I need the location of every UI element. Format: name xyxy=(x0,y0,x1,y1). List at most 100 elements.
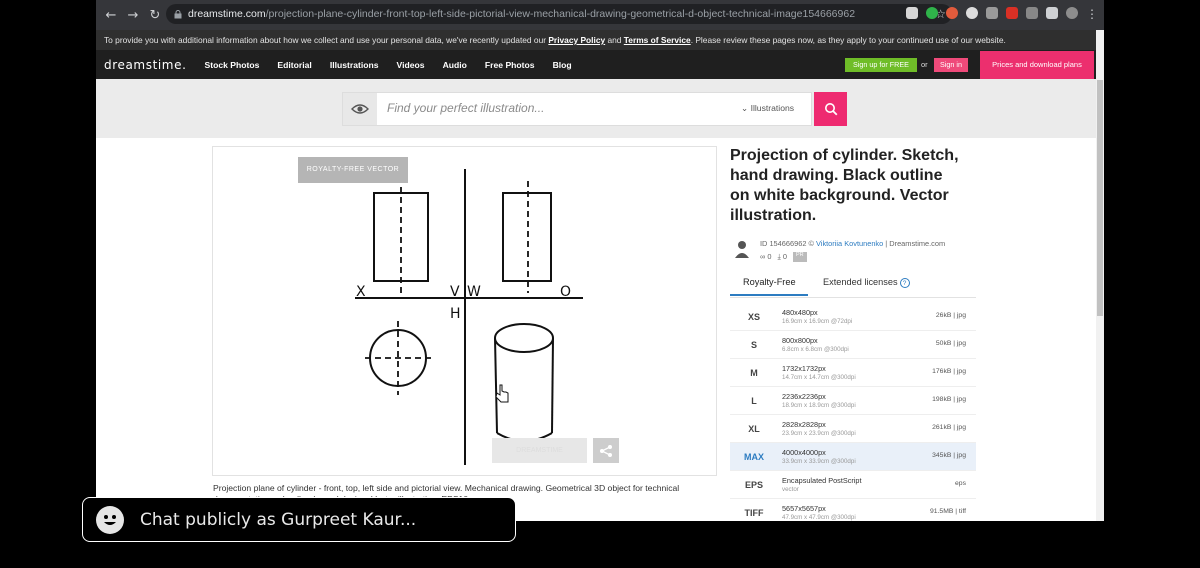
size-code: TIFF xyxy=(744,508,764,518)
drawing-label-v: V xyxy=(450,284,460,300)
size-row-xs[interactable]: XS 480x480px 16.9cm x 16.9cm @72dpi 26kB | … xyxy=(730,303,976,331)
size-dimensions: Encapsulated PostScript xyxy=(782,476,862,485)
terms-of-service-link[interactable]: Terms of Service xyxy=(624,35,691,45)
search-button[interactable] xyxy=(814,92,847,126)
author-avatar-icon[interactable] xyxy=(735,240,749,258)
notice-text: To provide you with additional informati… xyxy=(104,35,549,45)
size-dimensions: 1732x1732px xyxy=(782,364,826,373)
author-link[interactable]: Viktoriia Kovtunenko xyxy=(816,239,883,248)
forward-icon[interactable]: → xyxy=(122,8,144,23)
size-options: XS 480x480px 16.9cm x 16.9cm @72dpi 26kB | … xyxy=(730,303,976,521)
search-band: ⌄ Illustrations xyxy=(96,79,1096,138)
browser-toolbar: ← → ↻ dreamstime.com/projection-plane-cy… xyxy=(96,0,1104,30)
share-button[interactable] xyxy=(593,438,619,463)
size-dimensions: 5657x5657px xyxy=(782,504,826,513)
size-detail: 23.9cm x 23.9cm @300dpi xyxy=(782,430,856,437)
playlist-icon[interactable] xyxy=(1046,7,1058,19)
pr-badge: PR xyxy=(792,252,807,262)
category-select-label: Illustrations xyxy=(750,103,795,113)
tab-royalty-free[interactable]: Royalty-Free xyxy=(743,277,796,287)
nav-illustrations[interactable]: Illustrations xyxy=(330,60,379,70)
help-icon[interactable]: ? xyxy=(899,278,910,288)
size-file: 26kB | jpg xyxy=(935,312,966,319)
size-detail: 16.9cm x 16.9cm @72dpi xyxy=(782,318,853,325)
page-scrollbar[interactable] xyxy=(1096,30,1104,521)
size-dimensions: 480x480px xyxy=(782,308,818,317)
image-title: Projection of cylinder. Sketch, hand dra… xyxy=(730,147,959,224)
visual-search-eye-icon[interactable] xyxy=(343,93,377,125)
download-icon: ⤓ xyxy=(777,252,781,261)
size-dimensions: 4000x4000px xyxy=(782,448,826,457)
url-path: /projection-plane-cylinder-front-top-lef… xyxy=(265,8,856,20)
site-name: | Dreamstime.com xyxy=(883,239,946,248)
extension-icon[interactable] xyxy=(966,7,978,19)
drawing-label-h: H xyxy=(450,306,461,322)
scrollbar-thumb[interactable] xyxy=(1097,80,1103,316)
prices-button[interactable]: Prices and download plans xyxy=(980,51,1094,79)
privacy-notice: To provide you with additional informati… xyxy=(96,30,1104,50)
reload-icon[interactable]: ↻ xyxy=(144,8,166,23)
nav-videos[interactable]: Videos xyxy=(397,60,425,70)
notice-and: and xyxy=(605,35,624,45)
lock-icon xyxy=(174,9,182,18)
search-input[interactable] xyxy=(387,101,717,115)
size-row-l[interactable]: L 2236x2236px 18.9cm x 18.9cm @300dpi 198kB… xyxy=(730,387,976,415)
size-file: 176kB | jpg xyxy=(932,368,966,375)
browser-window: ← → ↻ dreamstime.com/projection-plane-cy… xyxy=(96,0,1104,521)
privacy-policy-link[interactable]: Privacy Policy xyxy=(548,35,605,45)
pdf-extension-icon[interactable] xyxy=(1006,7,1018,19)
size-row-xl[interactable]: XL 2828x2828px 23.9cm x 23.9cm @300dpi 261k… xyxy=(730,415,976,443)
size-detail: 6.8cm x 6.8cm @300dpi xyxy=(782,346,849,353)
size-file: eps xyxy=(955,480,966,487)
size-row-tiff[interactable]: TIFF 5657x5657px 47.9cm x 47.9cm @300dpi 91… xyxy=(730,499,976,521)
address-bar[interactable]: dreamstime.com/projection-plane-cylinder… xyxy=(166,4,952,24)
nav-editorial[interactable]: Editorial xyxy=(277,60,311,70)
image-preview[interactable]: X V W O H xyxy=(212,146,717,476)
sign-in-button[interactable]: Sign in xyxy=(934,58,968,72)
extension-icon[interactable] xyxy=(906,7,918,19)
image-stats: ∞ 0 ⤓ 0 PR xyxy=(760,252,807,262)
size-code: XL xyxy=(748,424,760,434)
dreamstime-logo[interactable]: dreamstime. xyxy=(104,58,187,72)
smiley-icon[interactable] xyxy=(96,505,124,534)
chevron-down-icon: ⌄ xyxy=(741,103,749,113)
active-tab-indicator xyxy=(730,294,808,296)
size-code: XS xyxy=(747,312,760,322)
size-detail: vector xyxy=(782,486,799,493)
extension-icon[interactable] xyxy=(986,7,998,19)
category-select[interactable]: ⌄ Illustrations xyxy=(741,103,794,114)
browser-menu-icon[interactable]: ⋮ xyxy=(1086,7,1098,21)
size-row-m[interactable]: M 1732x1732px 14.7cm x 14.7cm @300dpi 176kB… xyxy=(730,359,976,387)
nav-blog[interactable]: Blog xyxy=(553,60,572,70)
back-icon[interactable]: ← xyxy=(100,8,122,23)
size-detail: 33.9cm x 33.9cm @300dpi xyxy=(782,458,856,465)
size-file: 50kB | jpg xyxy=(935,340,966,347)
sign-up-button[interactable]: Sign up for FREE xyxy=(845,58,917,72)
extension-icon[interactable] xyxy=(926,7,938,19)
cylinder-projection-drawing: X V W O H xyxy=(355,169,583,465)
live-chat-input[interactable]: Chat publicly as Gurpreet Kaur... xyxy=(82,497,516,542)
tab-extended-licenses[interactable]: Extended licenses? xyxy=(823,277,910,288)
size-row-s[interactable]: S 800x800px 6.8cm x 6.8cm @300dpi 50kB | jp… xyxy=(730,331,976,359)
size-code: EPS xyxy=(744,480,763,490)
nav-audio[interactable]: Audio xyxy=(443,60,467,70)
search-box: ⌄ Illustrations xyxy=(342,92,812,126)
extension-icon[interactable] xyxy=(1026,7,1038,19)
size-file: 198kB | jpg xyxy=(932,396,966,403)
drawing-label-o: O xyxy=(560,284,571,300)
size-row-eps[interactable]: EPS Encapsulated PostScript vector eps xyxy=(730,471,976,499)
size-row-max[interactable]: MAX 4000x4000px 33.9cm x 33.9cm @300dpi 345… xyxy=(730,443,976,471)
size-file: 91.5MB | tiff xyxy=(929,508,966,515)
profile-avatar[interactable] xyxy=(1066,7,1078,19)
size-file: 345kB | jpg xyxy=(932,452,966,459)
url-host: dreamstime.com xyxy=(188,8,266,20)
downloads-count: 0 xyxy=(782,252,787,261)
nav-stock-photos[interactable]: Stock Photos xyxy=(205,60,260,70)
downloads-stat: ⤓ 0 xyxy=(777,252,786,262)
views-stat: ∞ 0 xyxy=(760,252,771,262)
extension-icon[interactable] xyxy=(946,7,958,19)
nav-free-photos[interactable]: Free Photos xyxy=(485,60,535,70)
hand-cursor-icon xyxy=(495,384,509,403)
watermark-button[interactable]: DREAMSTIME xyxy=(492,438,587,463)
notice-text-end: . Please review these pages now, as they… xyxy=(690,35,1006,45)
